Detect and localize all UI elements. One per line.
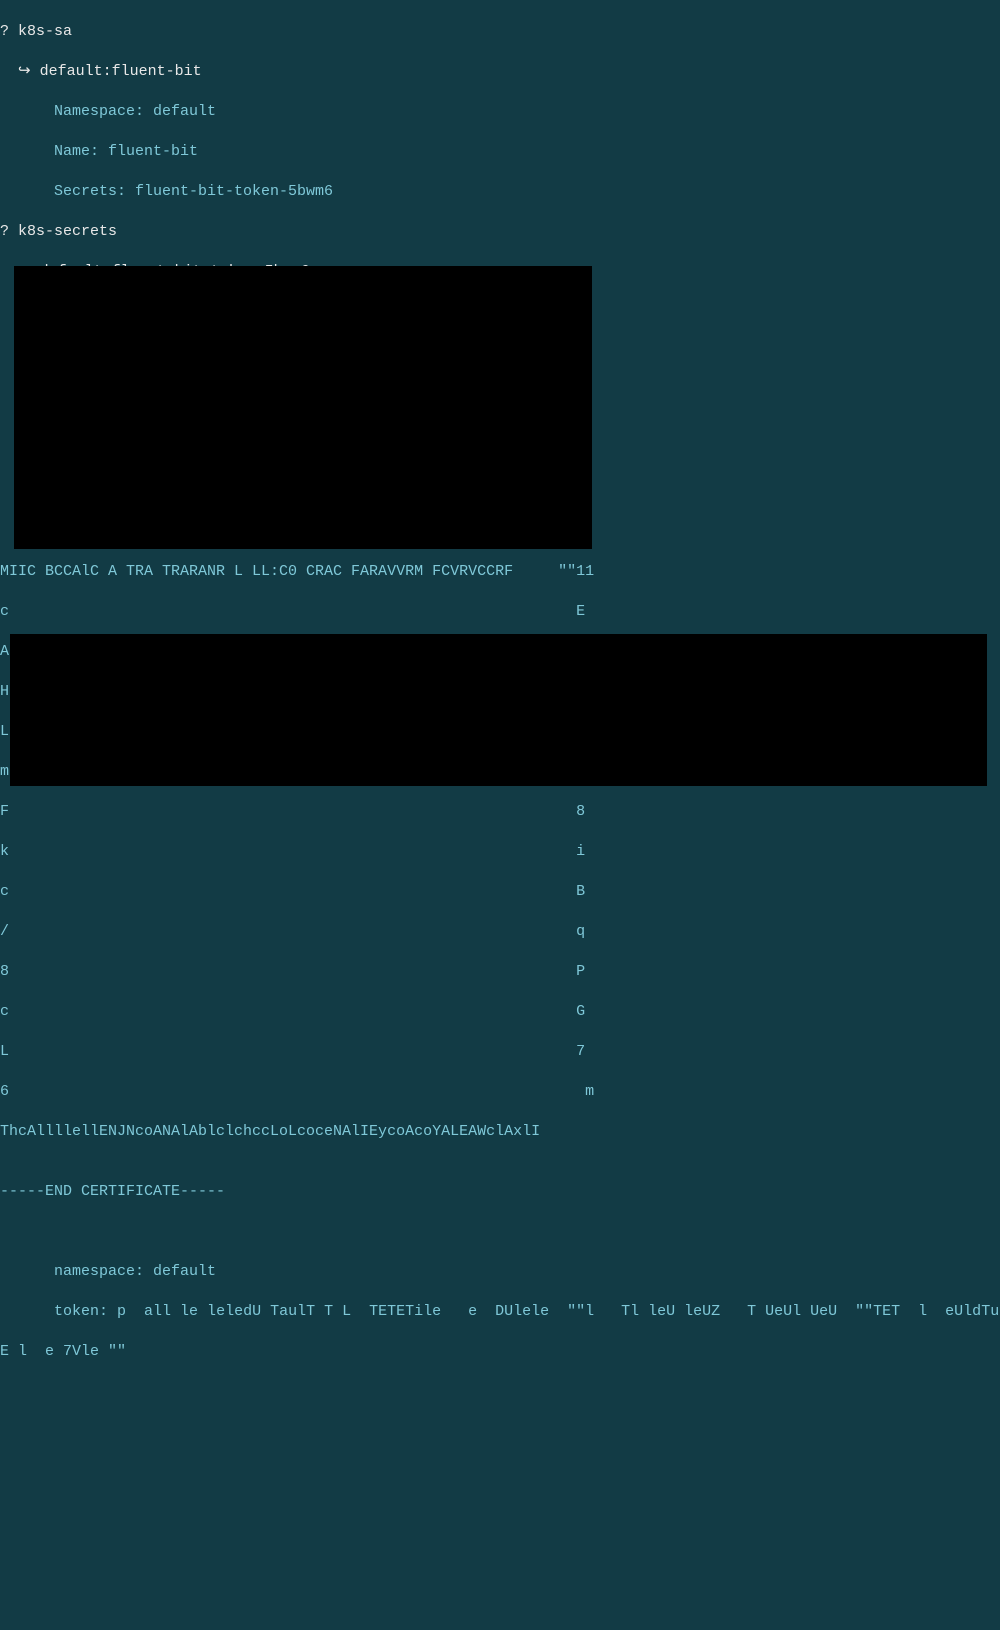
cert-line: 8 P [0, 962, 1000, 982]
blank-line [0, 1542, 1000, 1562]
secret-token-field: token: p all le leledU TaulT T L TETETil… [0, 1302, 1000, 1322]
blank-line [0, 1502, 1000, 1522]
blank-line [0, 1382, 1000, 1402]
sa-label: k8s-sa [18, 23, 72, 40]
blank-line [0, 1582, 1000, 1602]
sa-secrets: Secrets: fluent-bit-token-5bwm6 [0, 182, 1000, 202]
cert-line: MIIC BCCAlC A TRA TRARANR L LL:C0 CRAC F… [0, 562, 1000, 582]
redaction-block [10, 634, 987, 786]
cert-line: k i [0, 842, 1000, 862]
cert-line: c G [0, 1002, 1000, 1022]
arrow-icon: ↪ [18, 63, 31, 80]
secrets-label: k8s-secrets [18, 223, 117, 240]
secret-namespace-field: namespace: default [0, 1262, 1000, 1282]
sa-ref: default:fluent-bit [40, 63, 202, 80]
secrets-header: ? k8s-secrets [0, 222, 1000, 242]
cert-end: -----END CERTIFICATE----- [0, 1182, 1000, 1202]
sa-name: Name: fluent-bit [0, 142, 1000, 162]
sa-namespace: Namespace: default [0, 102, 1000, 122]
terminal-output: ? k8s-sa ↪ default:fluent-bit Namespace:… [0, 0, 1000, 1630]
redaction-block [14, 266, 592, 549]
sa-ref-line: ↪ default:fluent-bit [0, 62, 1000, 82]
prompt-mark: ? [0, 223, 9, 240]
blank-line [0, 1422, 1000, 1442]
cert-line: 6 m [0, 1082, 1000, 1102]
blank-line [0, 1462, 1000, 1482]
sa-header: ? k8s-sa [0, 22, 1000, 42]
cert-line: F 8 [0, 802, 1000, 822]
token-line: E l e 7Vle "" [0, 1342, 1000, 1362]
blank-line [0, 1222, 1000, 1242]
cert-line: L 7 [0, 1042, 1000, 1062]
prompt-mark: ? [0, 23, 9, 40]
blank-line [0, 1622, 1000, 1630]
cert-line: / q [0, 922, 1000, 942]
cert-line: c E [0, 602, 1000, 622]
cert-line: c B [0, 882, 1000, 902]
cert-line: ThcAllllellENJNcoANAlAblclchccLoLcoceNAl… [0, 1122, 1000, 1142]
